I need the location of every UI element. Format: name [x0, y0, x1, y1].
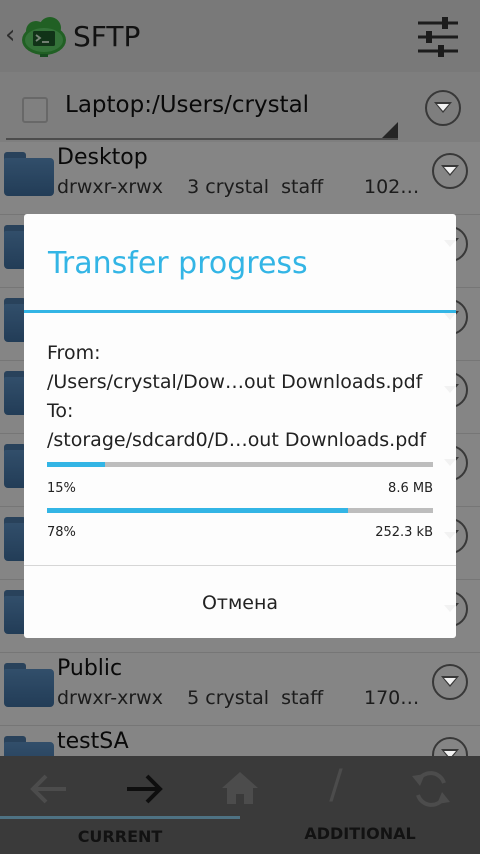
- from-label: From:: [47, 342, 101, 364]
- file-progress-fill: [47, 462, 105, 467]
- to-path: /storage/sdcard0/D…out Downloads.pdf: [47, 429, 427, 451]
- total-progress-percent: 78%: [47, 525, 76, 540]
- total-progress-amount: 252.3 kB: [375, 525, 433, 540]
- total-progress-bar: [47, 508, 433, 513]
- dialog-title: Transfer progress: [48, 246, 308, 281]
- file-progress-percent: 15%: [47, 481, 76, 496]
- to-label: To:: [47, 400, 74, 422]
- cancel-button[interactable]: Отмена: [24, 566, 456, 638]
- file-progress-amount: 8.6 MB: [388, 481, 433, 496]
- file-progress-bar: [47, 462, 433, 467]
- transfer-progress-dialog: Transfer progress From: /Users/crystal/D…: [24, 214, 456, 638]
- from-path: /Users/crystal/Dow…out Downloads.pdf: [47, 371, 423, 393]
- total-progress-fill: [47, 508, 349, 513]
- dialog-title-divider: [24, 310, 456, 313]
